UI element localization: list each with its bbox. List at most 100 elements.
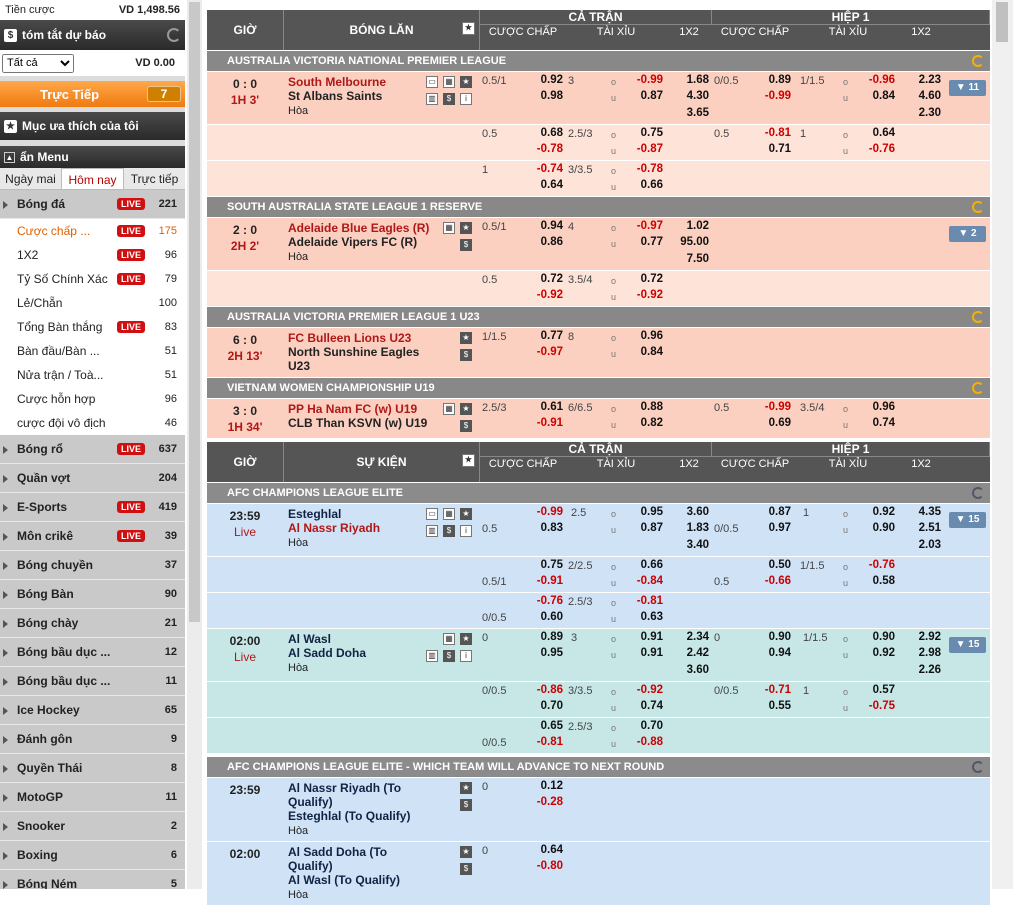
home-team[interactable]: Al Wasl [288, 632, 331, 646]
bet-summary-header[interactable]: $ tóm tắt dự báo [0, 20, 185, 50]
league-header[interactable]: AFC CHAMPIONS LEAGUE ELITE [207, 482, 990, 503]
odds-under[interactable]: 0.63 [617, 611, 663, 623]
league-refresh-icon[interactable] [972, 382, 984, 394]
sidebar-scrollbar[interactable] [187, 0, 202, 889]
stats-icon[interactable]: ▦ [443, 633, 455, 645]
half-odds-x[interactable]: 2.03 [898, 539, 941, 551]
odds-over[interactable]: -0.97 [617, 220, 663, 232]
sport-item[interactable]: Bóng Ném 5 [0, 870, 185, 889]
half-odds-under[interactable]: 0.74 [849, 417, 895, 429]
sport-item[interactable]: Bóng Bàn 90 [0, 580, 185, 609]
football-menu-item[interactable]: Cược chấp ... LIVE 175 [0, 219, 185, 243]
more-markets-button[interactable]: ▼ 11 [949, 80, 986, 96]
star-icon[interactable]: ★ [460, 76, 472, 88]
sport-item[interactable]: E-Sports LIVE 419 [0, 493, 185, 522]
odds-2[interactable]: 1.83 [666, 522, 709, 534]
odds-under[interactable]: 0.77 [617, 236, 663, 248]
half-odds-2[interactable]: 2.98 [898, 647, 941, 659]
chart-icon[interactable]: ▥ [426, 525, 438, 537]
odds-over[interactable]: 0.75 [617, 127, 663, 139]
odds-under[interactable]: 0.87 [617, 522, 663, 534]
odds-x[interactable]: 3.60 [666, 664, 709, 676]
more-markets-button[interactable]: ▼ 15 [949, 512, 986, 528]
half-odds-2[interactable]: 2.51 [898, 522, 941, 534]
dollar-icon[interactable]: $ [460, 863, 472, 875]
star-icon[interactable]: ★ [460, 222, 472, 234]
dollar-icon[interactable]: $ [460, 799, 472, 811]
odds-home[interactable]: 0.89 [517, 631, 563, 643]
football-menu-item[interactable]: Bàn đầu/Bàn ... 51 [0, 339, 185, 363]
sport-item[interactable]: Snooker 2 [0, 812, 185, 841]
half-odds-over[interactable]: -0.96 [849, 74, 895, 86]
star-icon[interactable]: ★ [460, 782, 472, 794]
half-odds-over[interactable]: -0.76 [849, 559, 895, 571]
sport-item[interactable]: Môn crikê LIVE 39 [0, 522, 185, 551]
info-icon[interactable]: i [460, 650, 472, 662]
league-header[interactable]: AFC CHAMPIONS LEAGUE ELITE - WHICH TEAM … [207, 756, 990, 777]
odds-1[interactable]: 1.02 [666, 220, 709, 232]
odds-1[interactable]: 3.60 [666, 506, 709, 518]
league-header[interactable]: AUSTRALIA VICTORIA NATIONAL PREMIER LEAG… [207, 50, 990, 71]
odds-over[interactable]: 0.96 [617, 330, 663, 342]
odds-over[interactable]: 0.70 [617, 720, 663, 732]
sport-item[interactable]: Boxing 6 [0, 841, 185, 870]
main-scrollbar[interactable] [992, 0, 1013, 889]
odds-2[interactable]: 2.42 [666, 647, 709, 659]
half-odds-under[interactable]: 0.92 [849, 647, 895, 659]
dollar-icon[interactable]: $ [443, 93, 455, 105]
away-team[interactable]: Al Wasl (To Qualify) [288, 873, 400, 887]
scrollbar-thumb[interactable] [996, 2, 1008, 42]
league-header[interactable]: SOUTH AUSTRALIA STATE LEAGUE 1 RESERVE [207, 196, 990, 217]
odds-under[interactable]: -0.84 [617, 575, 663, 587]
odds-2[interactable]: 95.00 [662, 236, 709, 248]
odds-away[interactable]: -0.91 [517, 417, 563, 429]
odds-away[interactable]: -0.81 [517, 736, 563, 748]
sport-item[interactable]: MotoGP 11 [0, 783, 185, 812]
odds-x[interactable]: 3.40 [666, 539, 709, 551]
favorites-button[interactable]: ★ Mục ưa thích của tôi [0, 112, 185, 140]
odds-home[interactable]: 0.94 [517, 220, 563, 232]
odds-under[interactable]: 0.66 [617, 179, 663, 191]
odds-away[interactable]: 0.86 [517, 236, 563, 248]
dollar-icon[interactable]: $ [460, 420, 472, 432]
odds-away[interactable]: -0.97 [517, 346, 563, 358]
odds-over[interactable]: 0.88 [617, 401, 663, 413]
stats-icon[interactable]: ▦ [443, 403, 455, 415]
half-odds-x[interactable]: 2.30 [898, 107, 941, 119]
odds-away[interactable]: 0.70 [517, 700, 563, 712]
football-menu-item[interactable]: Cược hỗn hợp 96 [0, 387, 185, 411]
dollar-icon[interactable]: $ [443, 525, 455, 537]
sort-star-icon[interactable]: ★ [462, 22, 475, 35]
half-odds-away[interactable]: 0.94 [747, 647, 791, 659]
filter-select[interactable]: Tất cả [2, 53, 74, 73]
odds-home[interactable]: 0.61 [517, 401, 563, 413]
football-menu-item[interactable]: Tỷ Số Chính Xác LIVE 79 [0, 267, 185, 291]
half-odds-home[interactable]: -0.81 [747, 127, 791, 139]
odds-over[interactable]: 0.72 [617, 273, 663, 285]
sport-item[interactable]: Đánh gôn 9 [0, 725, 185, 754]
half-odds-1[interactable]: 2.92 [898, 631, 941, 643]
odds-away[interactable]: -0.92 [517, 289, 563, 301]
odds-away[interactable]: -0.91 [517, 575, 563, 587]
half-odds-1[interactable]: 4.35 [898, 506, 941, 518]
half-odds-under[interactable]: -0.76 [849, 143, 895, 155]
odds-2[interactable]: 4.30 [666, 90, 709, 102]
stats-icon[interactable]: ▦ [443, 76, 455, 88]
odds-x[interactable]: 3.65 [666, 107, 709, 119]
stats-icon[interactable]: ▦ [443, 222, 455, 234]
odds-1[interactable]: 2.34 [666, 631, 709, 643]
chart-icon[interactable]: ▥ [426, 93, 438, 105]
odds-under[interactable]: -0.87 [617, 143, 663, 155]
half-odds-home[interactable]: -0.71 [747, 684, 791, 696]
away-team[interactable]: Adelaide Vipers FC (R) [288, 235, 417, 249]
half-odds-under[interactable]: 0.90 [849, 522, 895, 534]
more-markets-button[interactable]: ▼ 2 [949, 226, 986, 242]
odds-over[interactable]: 0.66 [617, 559, 663, 571]
odds-over[interactable]: -0.81 [617, 595, 663, 607]
odds-1[interactable]: 1.68 [666, 74, 709, 86]
half-odds-home[interactable]: 0.50 [747, 559, 791, 571]
stats-icon[interactable]: ▦ [443, 508, 455, 520]
sport-item[interactable]: Bóng chuyền 37 [0, 551, 185, 580]
away-team[interactable]: Esteghlal (To Qualify) [288, 809, 410, 823]
more-markets-button[interactable]: ▼ 15 [949, 637, 986, 653]
